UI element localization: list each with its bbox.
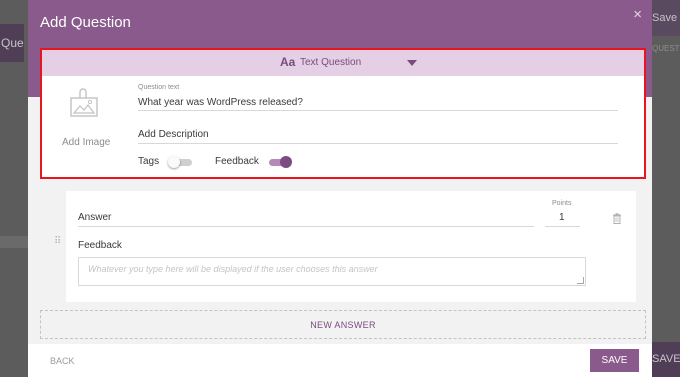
description-input[interactable]: Add Description xyxy=(138,129,209,140)
tags-toggle-knob xyxy=(168,156,180,168)
modal-footer: BACK SAVE xyxy=(28,344,652,377)
text-type-icon: Aa xyxy=(280,55,296,69)
tags-label: Tags xyxy=(138,156,160,167)
question-text-underline xyxy=(138,110,618,111)
image-placeholder-icon[interactable] xyxy=(68,86,100,127)
resize-handle-icon[interactable] xyxy=(577,277,584,284)
add-image-button[interactable]: Add Image xyxy=(62,137,110,148)
points-label: Points xyxy=(552,200,572,207)
modal-title: Add Question xyxy=(40,14,131,31)
question-type-label: Text Question xyxy=(300,57,362,68)
feedback-toggle-label: Feedback xyxy=(215,156,259,167)
background-save-button: SAVE xyxy=(652,342,680,377)
answer-feedback-label: Feedback xyxy=(78,240,122,251)
save-button[interactable]: SAVE xyxy=(590,349,639,372)
trash-icon[interactable] xyxy=(612,211,622,229)
points-input[interactable]: 1 xyxy=(559,212,565,223)
background-question-button: Question xyxy=(0,24,24,62)
background-questions-label: QUESTIONS xyxy=(652,44,680,53)
answer-feedback-placeholder: Whatever you type here will be displayed… xyxy=(88,264,378,274)
question-text-input[interactable]: What year was WordPress released? xyxy=(138,97,303,108)
feedback-toggle[interactable] xyxy=(267,156,292,168)
new-answer-button[interactable]: NEW ANSWER xyxy=(40,310,646,339)
points-underline xyxy=(545,226,580,227)
back-button[interactable]: BACK xyxy=(50,356,75,366)
answer-feedback-textarea[interactable]: Whatever you type here will be displayed… xyxy=(78,257,586,286)
background-band xyxy=(0,236,28,248)
answer-underline xyxy=(78,226,534,227)
feedback-toggle-knob xyxy=(280,156,292,168)
chevron-down-icon xyxy=(407,60,417,66)
question-type-dropdown[interactable]: Aa Text Question xyxy=(42,50,644,76)
description-underline xyxy=(138,143,618,144)
close-icon[interactable]: × xyxy=(633,6,642,23)
drag-handle-icon[interactable]: ⠿ xyxy=(54,237,61,247)
question-text-label: Question text xyxy=(138,84,180,91)
tags-toggle[interactable] xyxy=(168,156,192,168)
answer-input[interactable]: Answer xyxy=(78,212,111,223)
question-card: Aa Text Question Add Image Question text… xyxy=(40,48,646,179)
background-save-quiz-button: Save Quiz xyxy=(652,0,680,36)
add-question-modal: Add Question × Aa Text Question Add Imag… xyxy=(28,0,652,377)
